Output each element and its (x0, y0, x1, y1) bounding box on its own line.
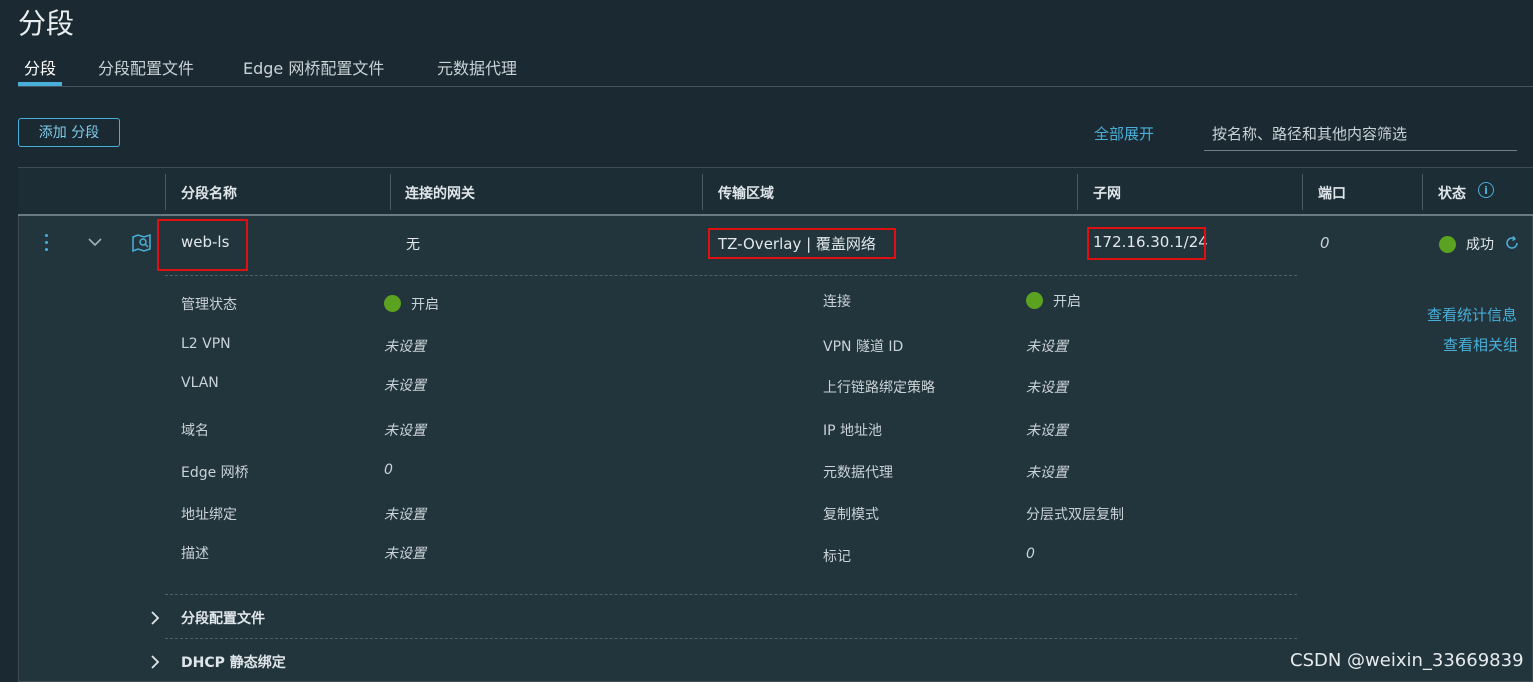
detail-value-domain: 未设置 (384, 423, 426, 439)
detail-label-domain: 域名 (181, 423, 209, 439)
detail-label-connectivity: 连接 (823, 294, 851, 310)
connected-gateway: 无 (406, 237, 420, 253)
detail-label-metadata-proxy: 元数据代理 (823, 465, 893, 481)
column-header-transport-zone[interactable]: 传输区域 (718, 183, 774, 203)
section-divider (165, 638, 1297, 639)
tab-edge-bridge-profiles[interactable]: Edge 网桥配置文件 (243, 55, 384, 79)
detail-label-replication-mode: 复制模式 (823, 507, 879, 523)
filter-input[interactable] (1204, 117, 1517, 151)
row-actions-icon[interactable] (45, 234, 49, 255)
add-segment-button[interactable]: 添加 分段 (18, 118, 120, 147)
detail-value-address-binding: 未设置 (384, 507, 426, 523)
detail-label-vpn-tunnel-id: VPN 隧道 ID (823, 339, 904, 355)
highlight-box (1087, 227, 1206, 260)
detail-label-admin-state: 管理状态 (181, 297, 237, 313)
detail-label-vlan: VLAN (181, 375, 219, 391)
detail-value-vlan: 未设置 (384, 378, 426, 394)
tabs-divider (18, 86, 1533, 87)
detail-label-ip-pool: IP 地址池 (823, 423, 883, 439)
detail-label-l2vpn: L2 VPN (181, 336, 231, 352)
column-separator (1302, 174, 1303, 210)
detail-value-tags[interactable]: 0 (1026, 546, 1035, 562)
detail-value-connectivity: 开启 (1053, 294, 1081, 310)
expand-all-link[interactable]: 全部展开 (1094, 123, 1154, 144)
detail-value-edge-bridge[interactable]: 0 (384, 462, 393, 478)
column-separator (702, 174, 703, 210)
tab-segments[interactable]: 分段 (24, 55, 56, 79)
success-status-icon (1439, 236, 1456, 253)
enabled-status-icon (384, 295, 401, 312)
column-header-subnet[interactable]: 子网 (1093, 183, 1121, 203)
column-separator (165, 174, 166, 210)
detail-label-address-binding: 地址绑定 (181, 507, 237, 523)
datagrid-header (18, 168, 1533, 216)
detail-value-admin-state: 开启 (411, 297, 439, 313)
column-separator (1422, 174, 1423, 210)
page-title: 分段 (18, 7, 75, 40)
column-separator (1077, 174, 1078, 210)
detail-label-edge-bridge: Edge 网桥 (181, 465, 249, 481)
column-header-gateway[interactable]: 连接的网关 (405, 183, 475, 203)
enabled-status-icon (1026, 292, 1043, 309)
detail-value-vpn-tunnel-id: 未设置 (1026, 339, 1068, 355)
view-statistics-link[interactable]: 查看统计信息 (1427, 304, 1517, 325)
row-divider (165, 275, 1297, 276)
refresh-icon[interactable] (1504, 235, 1520, 251)
detail-label-tags: 标记 (823, 549, 851, 565)
tab-segment-profiles[interactable]: 分段配置文件 (98, 55, 194, 79)
chevron-down-icon[interactable] (87, 236, 103, 248)
column-separator (390, 174, 391, 210)
watermark-text: CSDN @weixin_33669839 (1290, 650, 1524, 671)
detail-value-replication-mode: 分层式双层复制 (1026, 507, 1124, 523)
column-header-status[interactable]: 状态 (1438, 183, 1466, 203)
highlight-box (708, 228, 896, 259)
detail-value-description: 未设置 (384, 546, 426, 562)
column-header-name[interactable]: 分段名称 (181, 183, 237, 203)
info-icon[interactable]: i (1478, 182, 1494, 198)
section-divider (165, 594, 1297, 595)
detail-value-uplink-teaming: 未设置 (1026, 380, 1068, 396)
chevron-right-icon[interactable] (149, 610, 161, 626)
detail-label-description: 描述 (181, 546, 209, 562)
section-dhcp-static-bindings[interactable]: DHCP 静态绑定 (181, 652, 286, 672)
detail-value-metadata-proxy: 未设置 (1026, 465, 1068, 481)
column-header-ports[interactable]: 端口 (1318, 183, 1346, 203)
detail-value-l2vpn: 未设置 (384, 339, 426, 355)
port-count[interactable]: 0 (1320, 234, 1330, 252)
detail-label-uplink-teaming: 上行链路绑定策略 (823, 380, 935, 396)
status-text: 成功 (1466, 237, 1494, 253)
highlight-box (157, 219, 248, 271)
tab-metadata-proxy[interactable]: 元数据代理 (437, 55, 517, 79)
section-segment-profiles[interactable]: 分段配置文件 (181, 608, 265, 628)
segment-map-icon[interactable] (131, 233, 153, 253)
view-related-groups-link[interactable]: 查看相关组 (1443, 334, 1518, 355)
chevron-right-icon[interactable] (149, 654, 161, 670)
detail-value-ip-pool: 未设置 (1026, 423, 1068, 439)
